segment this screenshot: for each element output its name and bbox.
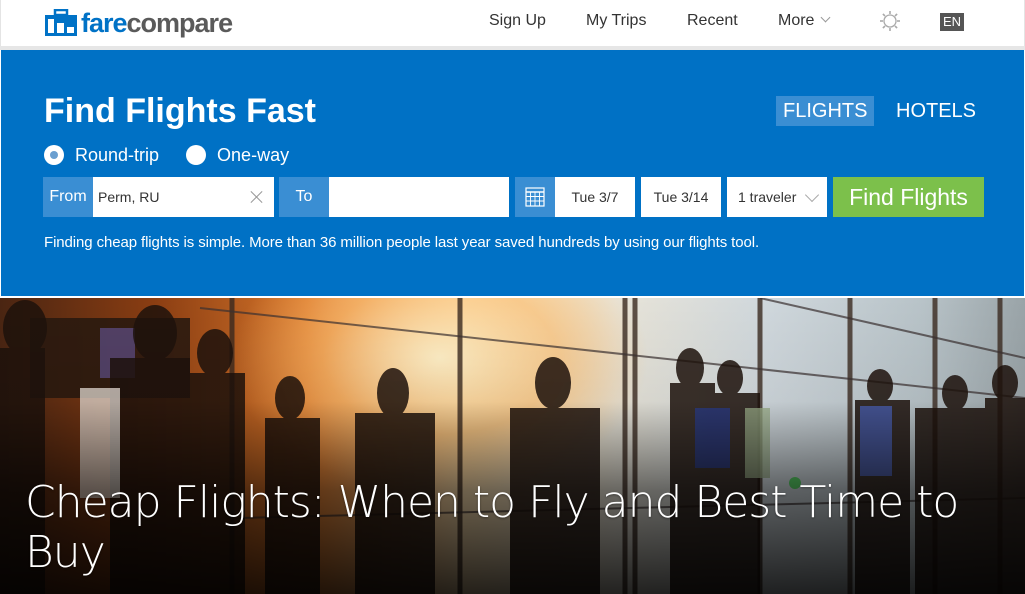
chevron-down-icon bbox=[804, 187, 820, 203]
travelers-value: 1 traveler bbox=[738, 189, 797, 205]
page-title: Find Flights Fast bbox=[44, 92, 316, 130]
logo-fare: fare bbox=[81, 8, 128, 38]
calendar-button[interactable] bbox=[515, 177, 555, 217]
logo-compare: compare bbox=[126, 8, 234, 38]
from-input[interactable] bbox=[93, 177, 274, 217]
to-field-wrapper bbox=[329, 177, 509, 217]
calendar-icon bbox=[525, 187, 545, 207]
from-field-wrapper bbox=[93, 177, 274, 217]
radio-round-trip-label: Round-trip bbox=[75, 144, 160, 165]
to-label: To bbox=[279, 177, 329, 217]
travelers-select[interactable]: 1 traveler bbox=[727, 177, 827, 217]
site-header: farecompare Sign Up My Trips Recent More… bbox=[0, 0, 1025, 46]
language-selector[interactable]: EN bbox=[940, 13, 964, 31]
nav-more-label: More bbox=[778, 12, 815, 29]
tagline: Finding cheap flights is simple. More th… bbox=[44, 234, 760, 251]
tab-flights[interactable]: FLIGHTS bbox=[776, 96, 875, 126]
flight-search-panel: Find Flights Fast FLIGHTS HOTELS Round-t… bbox=[1, 50, 1024, 296]
hero-banner[interactable]: Cheap Flights: When to Fly and Best Time… bbox=[0, 298, 1025, 594]
gear-icon[interactable] bbox=[879, 10, 901, 32]
radio-one-way-label: One-way bbox=[217, 144, 290, 165]
depart-date[interactable]: Tue 3/7 bbox=[555, 177, 635, 217]
logo[interactable]: farecompare bbox=[44, 8, 234, 38]
nav-more[interactable]: More bbox=[778, 12, 831, 30]
trip-type-group: Round-trip One-way bbox=[44, 143, 316, 167]
chevron-down-icon bbox=[821, 12, 831, 23]
find-flights-button[interactable]: Find Flights bbox=[833, 177, 984, 217]
nav-recent[interactable]: Recent bbox=[687, 12, 738, 30]
nav-my-trips[interactable]: My Trips bbox=[586, 12, 646, 30]
logo-text: farecompare bbox=[81, 8, 234, 38]
radio-checked-icon bbox=[44, 145, 64, 165]
suitcase-icon bbox=[45, 9, 77, 36]
hero-headline[interactable]: Cheap Flights: When to Fly and Best Time… bbox=[25, 478, 1015, 578]
clear-icon[interactable] bbox=[250, 190, 264, 204]
to-input[interactable] bbox=[329, 177, 509, 217]
radio-round-trip[interactable]: Round-trip bbox=[44, 145, 159, 166]
radio-one-way[interactable]: One-way bbox=[186, 145, 289, 166]
from-label: From bbox=[43, 177, 93, 217]
return-date[interactable]: Tue 3/14 bbox=[641, 177, 721, 217]
tab-hotels[interactable]: HOTELS bbox=[889, 96, 983, 126]
radio-unchecked-icon bbox=[186, 145, 207, 165]
nav-sign-up[interactable]: Sign Up bbox=[489, 12, 546, 30]
